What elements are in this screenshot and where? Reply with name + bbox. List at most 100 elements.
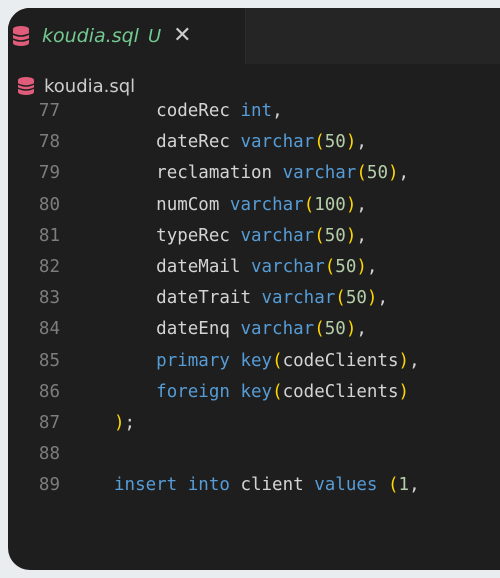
code-token: varchar [240, 132, 315, 153]
untracked-status-badge: U [147, 25, 162, 47]
code-token: 50 [324, 225, 346, 246]
line-number: 78 [38, 132, 60, 153]
code-token: ( [314, 225, 325, 246]
code-token: , [409, 475, 420, 496]
code-line[interactable]: 84 dateEnq varchar(50), [8, 314, 500, 345]
code-token: , [377, 288, 388, 309]
code-token: ) [345, 132, 357, 153]
code-token: varchar [282, 163, 357, 184]
code-token: numCom [156, 194, 230, 215]
line-number: 88 [38, 444, 60, 465]
code-token: , [356, 225, 367, 246]
line-number: 82 [38, 256, 60, 277]
code-token: dateEnq [156, 319, 241, 340]
code-token: ( [272, 381, 283, 402]
code-line[interactable]: 85 primary key(codeClients), [8, 346, 500, 377]
tab-koudia-sql[interactable]: koudia.sql U ✕ [8, 8, 246, 64]
code-token: 1 [398, 475, 410, 496]
code-text: dateMail varchar(50), [114, 252, 377, 283]
line-number: 89 [38, 475, 60, 496]
code-line[interactable]: 87); [8, 408, 500, 439]
code-line[interactable]: 82 dateMail varchar(50), [8, 252, 500, 283]
code-token: ( [314, 319, 325, 340]
code-token: 50 [324, 132, 346, 153]
code-token: 50 [335, 256, 357, 277]
code-token: 100 [314, 194, 346, 215]
code-token: dateMail [156, 256, 251, 277]
code-text: dateTrait varchar(50), [114, 283, 388, 314]
code-token: key [240, 381, 273, 402]
database-icon [16, 76, 38, 96]
code-token: 50 [366, 163, 388, 184]
code-line[interactable]: 88 [8, 439, 500, 470]
code-token: ) [345, 319, 357, 340]
code-token: ( [314, 132, 325, 153]
editor-window: koudia.sql U ✕ koudia.sql 77 codeRec int… [8, 8, 500, 570]
code-token: , [272, 101, 283, 121]
line-number: 87 [38, 412, 60, 433]
code-token: into [187, 475, 241, 496]
code-token: foreign [156, 381, 241, 402]
code-token: ; [124, 412, 136, 433]
line-number: 85 [38, 350, 60, 371]
code-line[interactable]: 78 dateRec varchar(50), [8, 127, 500, 158]
code-token: codeClients [282, 381, 399, 402]
code-token: ( [272, 350, 283, 371]
code-token: ( [324, 256, 336, 277]
code-text: dateRec varchar(50), [114, 127, 367, 158]
code-token: primary [156, 350, 241, 371]
code-token: 50 [345, 288, 367, 309]
code-token: ( [303, 194, 315, 215]
code-token: ) [345, 194, 357, 215]
code-token: typeRec [156, 225, 241, 246]
code-token: varchar [261, 288, 336, 309]
code-token: varchar [240, 319, 315, 340]
code-line[interactable]: 86 foreign key(codeClients) [8, 377, 500, 408]
code-token: ) [398, 381, 410, 402]
breadcrumb-file[interactable]: koudia.sql [44, 76, 135, 97]
line-number: 83 [38, 288, 60, 309]
code-token: insert [114, 475, 188, 496]
code-token: , [356, 132, 367, 153]
code-token: varchar [240, 225, 315, 246]
code-token: ) [345, 225, 357, 246]
code-token: 50 [324, 319, 346, 340]
code-text: dateEnq varchar(50), [114, 314, 367, 345]
code-token: ) [398, 350, 410, 371]
line-number: 77 [38, 101, 60, 121]
code-token: , [398, 163, 410, 184]
code-text: numCom varchar(100), [114, 190, 367, 221]
code-line[interactable]: 77 codeRec int, [8, 96, 500, 127]
code-line[interactable]: 83 dateTrait varchar(50), [8, 283, 500, 314]
code-token: ) [387, 163, 399, 184]
line-number: 81 [38, 225, 60, 246]
code-token: ) [366, 288, 378, 309]
code-text: reclamation varchar(50), [114, 158, 409, 189]
code-text: foreign key(codeClients) [114, 377, 409, 408]
code-text: codeRec int, [114, 96, 283, 127]
code-token: key [240, 350, 273, 371]
code-token: , [409, 350, 420, 371]
code-token: ) [114, 412, 125, 433]
code-token: values [314, 475, 388, 496]
code-token: varchar [250, 256, 325, 277]
code-text: primary key(codeClients), [114, 346, 420, 377]
code-text: typeRec varchar(50), [114, 221, 367, 252]
code-token: codeRec [156, 101, 241, 121]
line-number: 79 [38, 163, 60, 184]
code-editor[interactable]: 77 codeRec int, 78 dateRec varchar(50), 79… [8, 96, 500, 501]
code-token: varchar [229, 194, 304, 215]
code-line[interactable]: 89 insert into client values (1, [8, 470, 500, 501]
code-token: , [356, 319, 367, 340]
tab-bar: koudia.sql U ✕ [8, 8, 500, 64]
close-icon[interactable]: ✕ [173, 25, 191, 47]
code-token: dateRec [156, 132, 241, 153]
code-line[interactable]: 81 typeRec varchar(50), [8, 221, 500, 252]
code-token: , [366, 256, 378, 277]
code-token: ( [356, 163, 367, 184]
code-line[interactable]: 80 numCom varchar(100), [8, 190, 500, 221]
code-line[interactable]: 79 reclamation varchar(50), [8, 158, 500, 189]
line-number: 84 [38, 319, 60, 340]
code-token: dateTrait [156, 288, 262, 309]
code-text: insert into client values (1, [114, 470, 420, 501]
